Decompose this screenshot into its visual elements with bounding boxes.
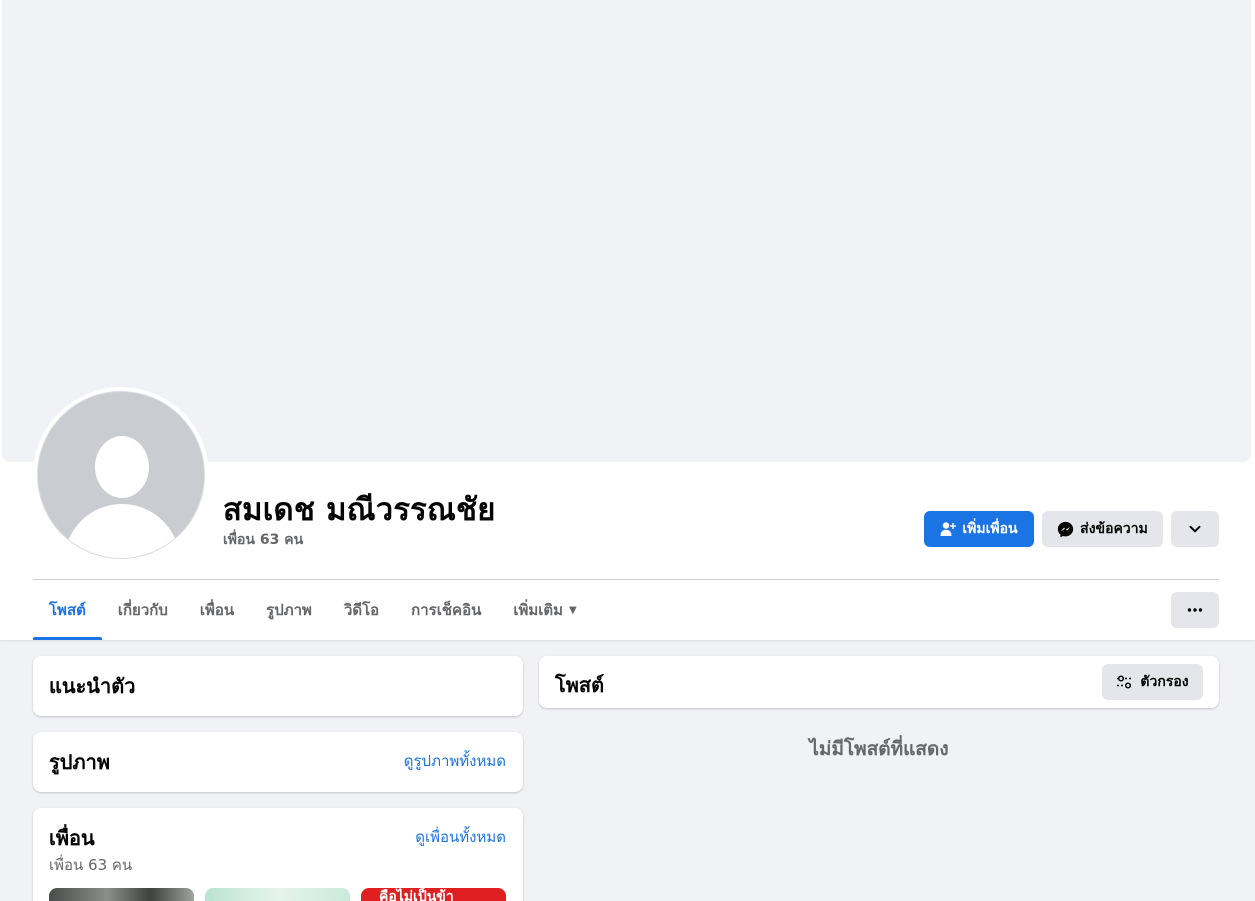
friend-thumbnail[interactable]: คือไม่เป็นข้า (361, 888, 506, 901)
tab-about[interactable]: เกี่ยวกับ (102, 580, 184, 640)
intro-card: แนะนำตัว (33, 656, 523, 716)
filter-sliders-icon (1116, 675, 1134, 689)
profile-name: สมเดช มณีวรรณชัย (223, 492, 496, 528)
send-message-button[interactable]: ส่งข้อความ (1042, 511, 1163, 547)
filter-label: ตัวกรอง (1140, 674, 1189, 690)
send-message-label: ส่งข้อความ (1080, 521, 1148, 537)
friend-thumbnail[interactable] (205, 888, 350, 901)
profile-page: สมเดช มณีวรรณชัย เพื่อน 63 คน เพิ่มเพื่อ… (0, 0, 1255, 901)
profile-header: สมเดช มณีวรรณชัย เพื่อน 63 คน เพิ่มเพื่อ… (0, 0, 1255, 640)
caret-down-icon: ▼ (569, 604, 577, 616)
photos-card: รูปภาพ ดูรูปภาพทั้งหมด (33, 732, 523, 792)
no-posts-message: ไม่มีโพสต์ที่แสดง (809, 738, 949, 760)
tab-friends[interactable]: เพื่อน (184, 580, 250, 640)
add-friend-label: เพิ่มเพื่อน (962, 521, 1018, 537)
add-friend-icon (940, 521, 957, 537)
see-all-friends-link[interactable]: ดูเพื่อนทั้งหมด (415, 825, 506, 849)
tab-posts[interactable]: โพสต์ (33, 580, 102, 640)
tabs-more-button[interactable] (1171, 592, 1219, 628)
profile-tabs: โพสต์ เกี่ยวกับ เพื่อน รูปภาพ วิดีโอ การ… (33, 580, 593, 640)
default-avatar-icon (37, 391, 205, 559)
friend-thumbnail[interactable] (49, 888, 194, 901)
filter-button[interactable]: ตัวกรอง (1102, 664, 1203, 700)
messenger-icon (1057, 521, 1074, 538)
tab-videos[interactable]: วิดีโอ (328, 580, 395, 640)
ellipsis-icon (1187, 608, 1203, 612)
posts-title: โพสต์ (555, 673, 605, 697)
intro-title: แนะนำตัว (49, 674, 136, 698)
see-all-photos-link[interactable]: ดูรูปภาพทั้งหมด (404, 749, 506, 773)
friends-card: เพื่อน ดูเพื่อนทั้งหมด เพื่อน 63 คน คือไ… (33, 808, 523, 901)
tab-checkins[interactable]: การเช็คอิน (395, 580, 497, 640)
friend-count-link[interactable]: เพื่อน 63 คน (223, 529, 303, 551)
chevron-down-icon (1188, 522, 1202, 536)
posts-card: โพสต์ ตัวกรอง (539, 656, 1219, 708)
photos-title: รูปภาพ (49, 750, 111, 774)
profile-picture[interactable] (33, 387, 209, 563)
tab-photos[interactable]: รูปภาพ (250, 580, 328, 640)
cover-photo[interactable] (2, 0, 1251, 462)
add-friend-button[interactable]: เพิ่มเพื่อน (924, 511, 1034, 547)
tab-more[interactable]: เพิ่มเติม ▼ (497, 580, 592, 640)
friends-count: เพื่อน 63 คน (49, 856, 133, 874)
thumbnail-banner-text: คือไม่เป็นข้า (379, 889, 454, 901)
friends-title: เพื่อน (49, 826, 95, 850)
more-options-button[interactable] (1171, 511, 1219, 547)
